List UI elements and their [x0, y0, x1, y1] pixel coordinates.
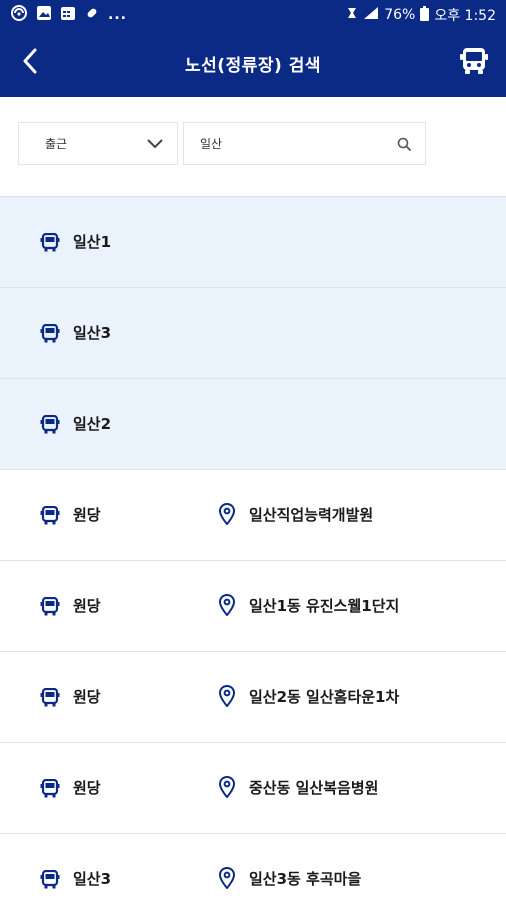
route-name: 원당: [73, 506, 101, 524]
bus-icon: [40, 324, 60, 344]
app-header: 노선(정류장) 검색: [0, 30, 506, 97]
route-name: 원당: [73, 597, 101, 615]
direction-select-value: 출근: [45, 137, 68, 151]
stop-name: 일산1동 유진스웰1단지: [249, 597, 400, 615]
status-time: 오후 1:52: [434, 8, 496, 24]
list-item[interactable]: 원당 일산1동 유진스웰1단지: [0, 560, 506, 651]
stop-name: 일산2동 일산홈타운1차: [249, 688, 400, 706]
battery-percent: 76%: [384, 7, 416, 23]
bus-icon: [40, 779, 60, 799]
location-pin-icon: [219, 776, 235, 798]
image-icon: [36, 5, 52, 25]
list-item[interactable]: 일산3: [0, 287, 506, 378]
list-item[interactable]: 일산3 일산3동 후곡마을: [0, 833, 506, 900]
route-name: 원당: [73, 688, 101, 706]
list-item[interactable]: 원당 일산직업능력개발원: [0, 469, 506, 560]
location-pin-icon: [219, 503, 235, 525]
status-more: ...: [108, 7, 127, 23]
chevron-left-icon: [21, 48, 39, 78]
stop-name: 일산3동 후곡마을: [249, 870, 362, 888]
location-pin-icon: [219, 594, 235, 616]
list-item[interactable]: 일산2: [0, 378, 506, 469]
page-title: 노선(정류장) 검색: [185, 56, 321, 76]
route-name: 일산2: [73, 415, 112, 433]
search-area: 출근: [0, 97, 506, 196]
route-name: 일산1: [73, 233, 112, 251]
route-name: 원당: [73, 779, 101, 797]
bus-icon: [40, 506, 60, 526]
location-pin-icon: [219, 867, 235, 889]
status-left-icons: ...: [10, 5, 127, 25]
search-field[interactable]: [183, 122, 426, 165]
list-item[interactable]: 원당 중산동 일산복음병원: [0, 742, 506, 833]
search-input[interactable]: [200, 136, 391, 151]
location-pin-icon: [219, 685, 235, 707]
results-list: 일산1 일산3 일산2 원당 일산직업능력개발원 원당 일산1동 유진스웰1단지…: [0, 196, 506, 900]
direction-select[interactable]: 출근: [18, 122, 178, 165]
calendar-icon: [60, 5, 76, 25]
bus-icon: [459, 46, 489, 80]
bus-icon: [40, 688, 60, 708]
bus-icon: [40, 870, 60, 890]
cell-signal-icon: [363, 6, 379, 24]
bus-icon: [40, 415, 60, 435]
list-item[interactable]: 원당 일산2동 일산홈타운1차: [0, 651, 506, 742]
route-name: 일산3: [73, 870, 112, 888]
back-button[interactable]: [14, 47, 46, 79]
stop-name: 중산동 일산복음병원: [249, 779, 379, 797]
bus-menu-button[interactable]: [456, 45, 492, 81]
bus-icon: [40, 233, 60, 253]
stop-name: 일산직업능력개발원: [249, 506, 374, 524]
list-item[interactable]: 일산1: [0, 196, 506, 287]
bus-icon: [40, 597, 60, 617]
route-name: 일산3: [73, 324, 112, 342]
chevron-down-icon: [147, 138, 163, 149]
search-icon[interactable]: [397, 137, 411, 151]
battery-icon: [420, 5, 430, 25]
status-right: 76% 오후 1:52: [346, 5, 496, 25]
alarm-icon: [346, 6, 358, 24]
signal-app-icon: [10, 5, 28, 25]
pill-icon: [84, 5, 100, 25]
status-bar: ... 76% 오후 1:52: [0, 0, 506, 30]
